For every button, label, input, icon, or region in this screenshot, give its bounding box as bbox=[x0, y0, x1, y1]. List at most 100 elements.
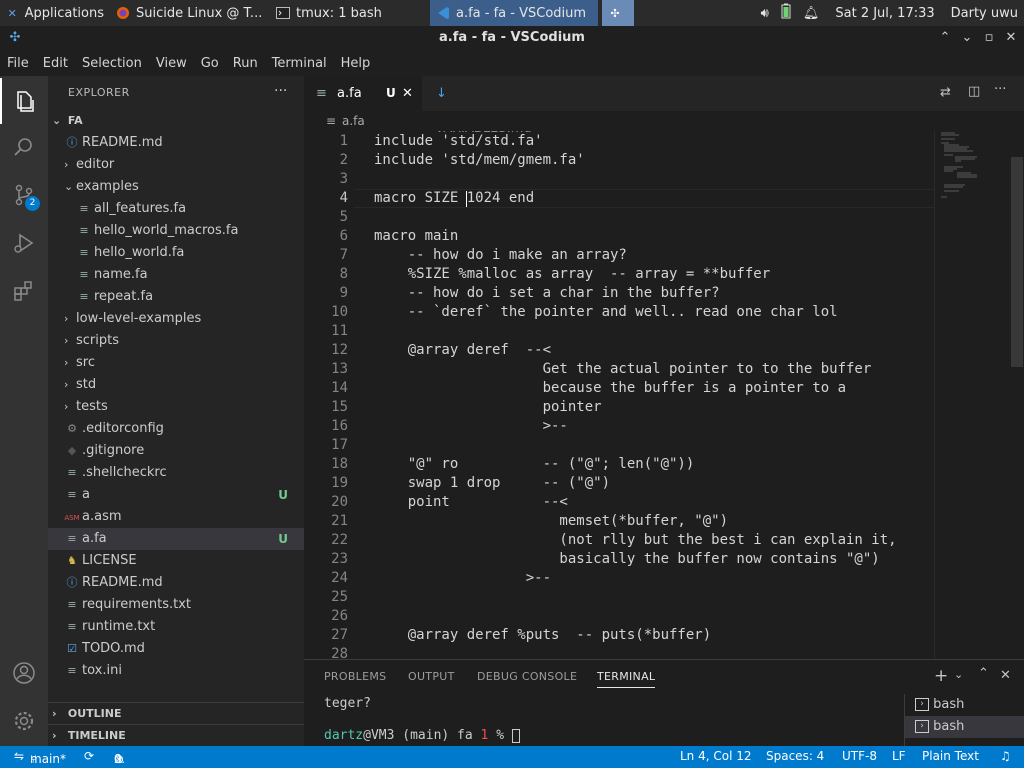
timeline-section[interactable]: › TIMELINE bbox=[48, 724, 304, 746]
volume-icon[interactable]: 🔊︎ bbox=[755, 6, 775, 21]
tree-file[interactable]: ◆ .gitignore bbox=[48, 440, 304, 462]
tree-item-label: hello_world.fa bbox=[94, 245, 185, 260]
line-number: 8 bbox=[339, 266, 348, 282]
remote-icon[interactable]: ⇋ bbox=[14, 749, 24, 763]
menu-terminal[interactable]: Terminal bbox=[265, 56, 334, 71]
menu-file[interactable]: File bbox=[0, 56, 36, 71]
file-lines-icon: ≡ bbox=[79, 224, 89, 237]
tree-folder[interactable]: ⌄ examples bbox=[48, 176, 304, 198]
code-editor[interactable]: 1 include 'std/std.fa' 2 include 'std/mem/g… bbox=[304, 131, 934, 659]
tree-file[interactable]: ≡ a U bbox=[48, 484, 304, 506]
encoding[interactable]: UTF-8 bbox=[842, 749, 877, 763]
clock[interactable]: Sat 2 Jul, 17:33 bbox=[825, 6, 944, 21]
code-line: >-- bbox=[374, 418, 568, 434]
notifications-icon[interactable]: ♫ bbox=[1000, 749, 1011, 763]
taskbar-item-extra[interactable]: ✣ bbox=[602, 0, 634, 26]
breadcrumb-file[interactable]: a.fa bbox=[342, 114, 365, 128]
end-of-line[interactable]: LF bbox=[892, 749, 906, 763]
tab-problems[interactable]: PROBLEMS bbox=[324, 670, 386, 683]
taskbar-item-firefox[interactable]: Suicide Linux @ T... bbox=[110, 0, 270, 26]
explorer-button[interactable] bbox=[0, 78, 48, 124]
extensions-button[interactable] bbox=[0, 268, 48, 314]
split-editor-icon[interactable]: ◫ bbox=[968, 84, 980, 99]
window-titlebar[interactable]: ✣ a.fa - fa - VSCodium ⌃ ⌄ ▫ ✕ bbox=[0, 26, 1024, 50]
terminal-list-item[interactable]: › bash bbox=[905, 716, 1024, 738]
tree-folder[interactable]: › src bbox=[48, 352, 304, 374]
accounts-button[interactable] bbox=[0, 650, 48, 696]
tab-a-fa[interactable]: ≡ a.fa U ✕ bbox=[304, 76, 422, 111]
new-terminal-icon[interactable]: + bbox=[934, 666, 948, 686]
outline-section[interactable]: › OUTLINE bbox=[48, 702, 304, 724]
more-actions-icon[interactable]: ··· bbox=[994, 82, 1006, 97]
user-menu[interactable]: Darty uwu bbox=[945, 6, 1024, 21]
maximize-icon[interactable]: ▫ bbox=[978, 26, 1000, 50]
line-number: 6 bbox=[339, 228, 348, 244]
notification-bell-icon[interactable]: 🔔︎ bbox=[797, 6, 826, 21]
line-number: 4 bbox=[339, 190, 348, 206]
run-debug-button[interactable] bbox=[0, 220, 48, 266]
tree-file[interactable]: ⚙ .editorconfig bbox=[48, 418, 304, 440]
line-number: 17 bbox=[331, 437, 348, 453]
close-icon[interactable]: ✕ bbox=[1000, 26, 1022, 50]
taskbar-item-vscodium[interactable]: a.fa - fa - VSCodium bbox=[430, 0, 598, 26]
indentation[interactable]: Spaces: 4 bbox=[766, 749, 824, 763]
sync-icon[interactable]: ⟳ bbox=[84, 749, 94, 763]
tab-debug-console[interactable]: DEBUG CONSOLE bbox=[477, 670, 577, 683]
prompt-sign: % bbox=[488, 728, 512, 743]
minimize-icon[interactable]: ⌃ bbox=[934, 26, 956, 50]
tree-folder[interactable]: › std bbox=[48, 374, 304, 396]
tree-folder[interactable]: › tests bbox=[48, 396, 304, 418]
breadcrumb[interactable]: ≡ a.fa bbox=[304, 111, 1024, 131]
timeline-label: TIMELINE bbox=[67, 729, 126, 742]
maximize-panel-icon[interactable]: ⌃ bbox=[978, 666, 989, 681]
tree-file[interactable]: ≡ all_features.fa bbox=[48, 198, 304, 220]
tree-file[interactable]: ≡ hello_world_macros.fa bbox=[48, 220, 304, 242]
chevron-down-icon[interactable]: ⌄ bbox=[956, 26, 978, 50]
terminal-list-item[interactable]: › bash bbox=[905, 694, 1024, 716]
explorer-more-actions[interactable]: ··· bbox=[274, 83, 287, 99]
close-panel-icon[interactable]: ✕ bbox=[1000, 668, 1011, 683]
chevron-down-icon[interactable]: ⌄ bbox=[954, 668, 963, 681]
tab-variables-md[interactable]: ↓ VARIABLES.md bbox=[424, 76, 564, 136]
tree-file[interactable]: ≡ name.fa bbox=[48, 264, 304, 286]
source-control-button[interactable]: 2 bbox=[0, 172, 48, 218]
minimap-slider[interactable] bbox=[1011, 157, 1023, 367]
menu-help[interactable]: Help bbox=[334, 56, 378, 71]
tree-file[interactable]: ≡ .shellcheckrc bbox=[48, 462, 304, 484]
folder-root[interactable]: ⌄ FA bbox=[48, 110, 304, 132]
tree-folder[interactable]: › scripts bbox=[48, 330, 304, 352]
menu-selection[interactable]: Selection bbox=[75, 56, 149, 71]
tree-file[interactable]: ≡ tox.ini bbox=[48, 660, 304, 682]
explorer-title: EXPLORER bbox=[68, 86, 130, 99]
tree-file[interactable]: ≡ repeat.fa bbox=[48, 286, 304, 308]
language-mode[interactable]: Plain Text bbox=[922, 749, 979, 763]
applications-menu[interactable]: ✕ Applications bbox=[0, 0, 110, 26]
tree-file[interactable]: ≡ a.fa U bbox=[48, 528, 304, 550]
tree-folder[interactable]: › editor bbox=[48, 154, 304, 176]
tab-terminal[interactable]: TERMINAL bbox=[597, 670, 656, 688]
close-icon[interactable]: ✕ bbox=[402, 76, 413, 111]
xfce-logo-icon: ✕ bbox=[7, 6, 17, 20]
tab-output[interactable]: OUTPUT bbox=[408, 670, 455, 683]
tree-folder[interactable]: › low-level-examples bbox=[48, 308, 304, 330]
menu-run[interactable]: Run bbox=[226, 56, 265, 71]
manage-button[interactable] bbox=[0, 698, 48, 744]
search-button[interactable] bbox=[0, 124, 48, 170]
cursor-position[interactable]: Ln 4, Col 12 bbox=[680, 749, 752, 763]
tree-file[interactable]: ≡ runtime.txt bbox=[48, 616, 304, 638]
terminal-output[interactable]: teger? dartz@VM3 (main) fa 1 % bbox=[324, 696, 520, 743]
taskbar-item-tmux[interactable]: tmux: 1 bash bbox=[270, 0, 430, 26]
tree-file[interactable]: ☑ TODO.md bbox=[48, 638, 304, 660]
battery-icon[interactable] bbox=[775, 3, 797, 23]
tree-file[interactable]: ASM a.asm bbox=[48, 506, 304, 528]
menu-go[interactable]: Go bbox=[194, 56, 226, 71]
tree-file[interactable]: ≡ hello_world.fa bbox=[48, 242, 304, 264]
tree-file[interactable]: ♞ LICENSE bbox=[48, 550, 304, 572]
tree-file[interactable]: ≡ requirements.txt bbox=[48, 594, 304, 616]
menu-view[interactable]: View bbox=[149, 56, 194, 71]
menu-edit[interactable]: Edit bbox=[36, 56, 75, 71]
minimap[interactable] bbox=[934, 131, 1024, 659]
tree-file[interactable]: ⓘ README.md bbox=[48, 132, 304, 154]
tree-file[interactable]: ⓘ README.md bbox=[48, 572, 304, 594]
compare-icon[interactable]: ⇄ bbox=[940, 85, 951, 100]
